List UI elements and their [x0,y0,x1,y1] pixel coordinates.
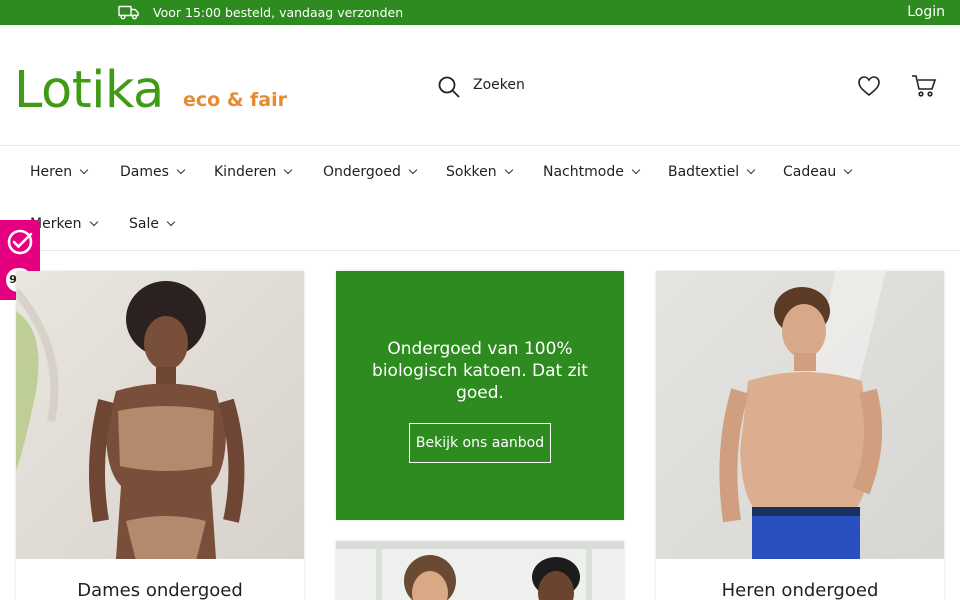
chevron-down-icon [166,217,176,227]
nav-item-heren[interactable]: Heren [30,162,89,182]
nav-item-badtextiel[interactable]: Badtextiel [668,162,756,182]
chevron-down-icon [284,165,293,175]
shipping-promo-text: Voor 15:00 besteld, vandaag verzonden [153,5,404,20]
nav-item-nachtmode[interactable]: Nachtmode [543,162,641,182]
chevron-down-icon [176,165,186,175]
promo-text: Ondergoed van 100% biologisch katoen. Da… [372,339,588,403]
nav-item-cadeau[interactable]: Cadeau [783,162,853,182]
nav-item-kinderen[interactable]: Kinderen [214,162,293,182]
category-card-women[interactable]: Dames ondergoed [16,271,304,600]
chevron-down-icon [844,165,853,175]
nav-item-label: Sale [129,216,159,232]
chevron-down-icon [746,165,756,175]
nav-item-label: Dames [120,164,169,180]
nav-item-label: Heren [30,164,73,180]
category-card-men[interactable]: Heren ondergoed [656,271,944,600]
chevron-down-icon [89,217,98,227]
chevron-down-icon [79,165,89,175]
view-offer-button[interactable]: Bekijk ons aanbod [409,423,551,463]
nav-item-label: Nachtmode [543,164,624,180]
truck-icon [118,5,139,20]
nav-item-label: Sokken [446,164,497,180]
heart-icon[interactable] [857,75,881,97]
card-title-women: Dames ondergoed [77,580,243,600]
search-icon [438,76,460,98]
chevron-down-icon [631,165,641,175]
nav-item-label: Kinderen [214,164,277,180]
product-image-kids [336,541,624,600]
product-image-men [656,271,944,559]
review-logo-icon [7,229,33,255]
search-placeholder: Zoeken [473,77,525,93]
chevron-down-icon [408,165,418,175]
category-card-kids[interactable] [336,541,624,600]
nav-item-ondergoed[interactable]: Ondergoed [323,162,418,182]
logo-brand: Lotika [14,61,164,120]
card-title-men: Heren ondergoed [721,580,879,600]
site-logo[interactable]: Lotika eco & fair [14,61,287,121]
main-navigation: Heren Dames Kinderen Ondergoed Sokken Na… [0,146,960,251]
nav-item-dames[interactable]: Dames [120,162,186,182]
nav-item-label: Cadeau [783,164,837,180]
nav-item-label: Ondergoed [323,164,401,180]
chevron-down-icon [504,165,513,175]
product-image-women [16,271,304,559]
search-input[interactable]: Zoeken [437,74,637,100]
nav-item-label: Badtextiel [668,164,740,180]
nav-item-sokken[interactable]: Sokken [446,162,513,182]
site-header: Lotika eco & fair Zoeken [0,25,960,146]
nav-item-sale[interactable]: Sale [129,214,176,234]
cart-icon[interactable] [911,74,937,98]
top-bar: Voor 15:00 besteld, vandaag verzonden Lo… [0,0,960,25]
promo-card: Ondergoed van 100% biologisch katoen. Da… [336,271,624,520]
logo-tagline: eco & fair [183,89,287,111]
login-link[interactable]: Login [907,4,945,20]
